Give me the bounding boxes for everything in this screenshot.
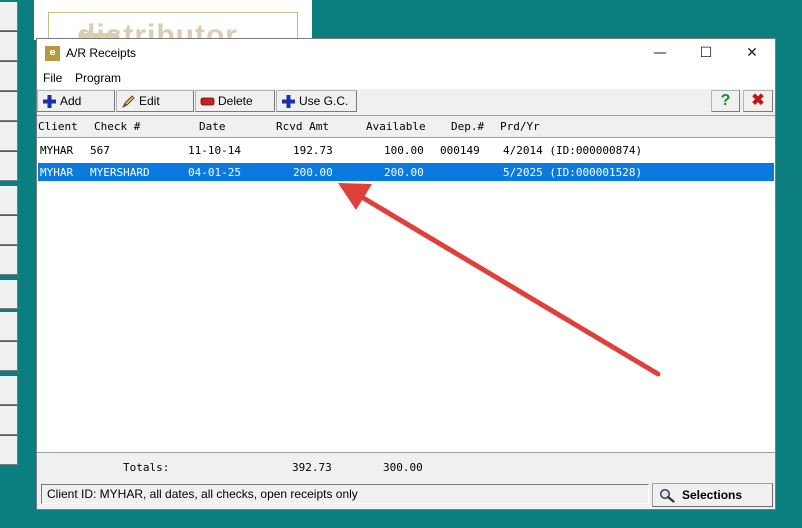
column-header-date[interactable]: Date [199,120,226,133]
totals-rcvd-amt: 392.73 [292,461,332,474]
column-header-rcvd-amt[interactable]: Rcvd Amt [276,120,329,133]
cell-client: MYHAR [40,144,74,157]
column-header-prd-yr[interactable]: Prd/Yr [500,120,540,133]
ar-receipts-window: e A/R Receipts — ☐ ✕ File Program Add Ed… [36,38,776,510]
background-button [0,186,18,215]
edit-label: Edit [139,94,160,108]
cell-prd-yr: 5/2025 (ID:000001528) [503,166,643,179]
use-gc-button[interactable]: Use G.C. [276,90,357,112]
background-button [0,246,18,275]
totals-available: 300.00 [383,461,423,474]
menu-program[interactable]: Program [75,71,121,85]
column-header-available[interactable]: Available [366,120,426,133]
totals-row: Totals: 392.73 300.00 [37,453,775,481]
help-icon: ? [720,92,731,109]
exit-icon: ✖ [751,92,765,109]
background-button [0,436,18,465]
table-row-selected[interactable]: MYHAR MYERSHARD 04-01-25 200.00 200.00 5… [37,162,775,182]
cell-available: 100.00 [384,144,424,157]
background-button [0,216,18,245]
column-header-dep[interactable]: Dep.# [451,120,484,133]
cell-rcvd-amt: 200.00 [293,166,333,179]
cell-client: MYHAR [40,166,74,179]
table-row[interactable]: MYHAR 567 11-10-14 192.73 100.00 000149 … [38,141,774,159]
edit-button[interactable]: Edit [116,90,194,112]
background-button [0,122,18,151]
cell-date: 04-01-25 [188,166,241,179]
background-button [0,62,18,91]
add-button[interactable]: Add [37,90,115,112]
column-header-client[interactable]: Client [38,120,78,133]
background-button [0,376,18,405]
cell-date: 11-10-14 [188,144,241,157]
background-button [0,312,18,341]
window-title: A/R Receipts [66,46,137,60]
title-bar[interactable]: e A/R Receipts — ☐ ✕ [37,39,775,69]
totals-label: Totals: [123,461,170,474]
exit-button[interactable]: ✖ [743,90,773,112]
eraser-icon [200,97,215,106]
background-button-strip [0,0,18,528]
cell-dep: 000149 [440,144,480,157]
column-header-check[interactable]: Check # [94,120,140,133]
close-button[interactable]: ✕ [729,39,775,69]
selections-label: Selections [682,488,743,502]
background-button [0,32,18,61]
add-label: Add [60,94,82,108]
background-button [0,92,18,121]
help-button[interactable]: ? [711,90,740,112]
background-button [0,280,18,309]
background-button [0,152,18,181]
cell-check: 567 [90,144,110,157]
use-gc-label: Use G.C. [299,94,349,108]
pencil-icon [122,95,135,108]
cell-prd-yr: 4/2014 (ID:000000874) [503,144,643,157]
minimize-button[interactable]: — [637,39,683,69]
background-button [0,2,18,31]
menu-bar: File Program [37,69,775,89]
delete-button[interactable]: Delete [195,90,275,112]
cell-check: MYERSHARD [90,166,150,179]
table-header: Client Check # Date Rcvd Amt Available D… [37,116,775,138]
magnifier-icon [659,488,675,503]
cell-rcvd-amt: 192.73 [293,144,333,157]
menu-file[interactable]: File [43,71,62,85]
receipts-table: Client Check # Date Rcvd Amt Available D… [37,115,775,453]
background-button [0,406,18,435]
background-button [0,342,18,371]
status-bar: Client ID: MYHAR, all dates, all checks,… [41,484,649,504]
plus-icon [43,95,56,108]
delete-label: Delete [218,94,253,108]
toolbar: Add Edit Delete Use G.C. ? ✖ [37,89,775,114]
cell-available: 200.00 [384,166,424,179]
selections-button[interactable]: Selections [652,483,773,507]
plus-icon [282,95,295,108]
app-icon: e [45,46,60,61]
maximize-button[interactable]: ☐ [683,39,729,69]
background-logo: distributor [48,12,298,41]
